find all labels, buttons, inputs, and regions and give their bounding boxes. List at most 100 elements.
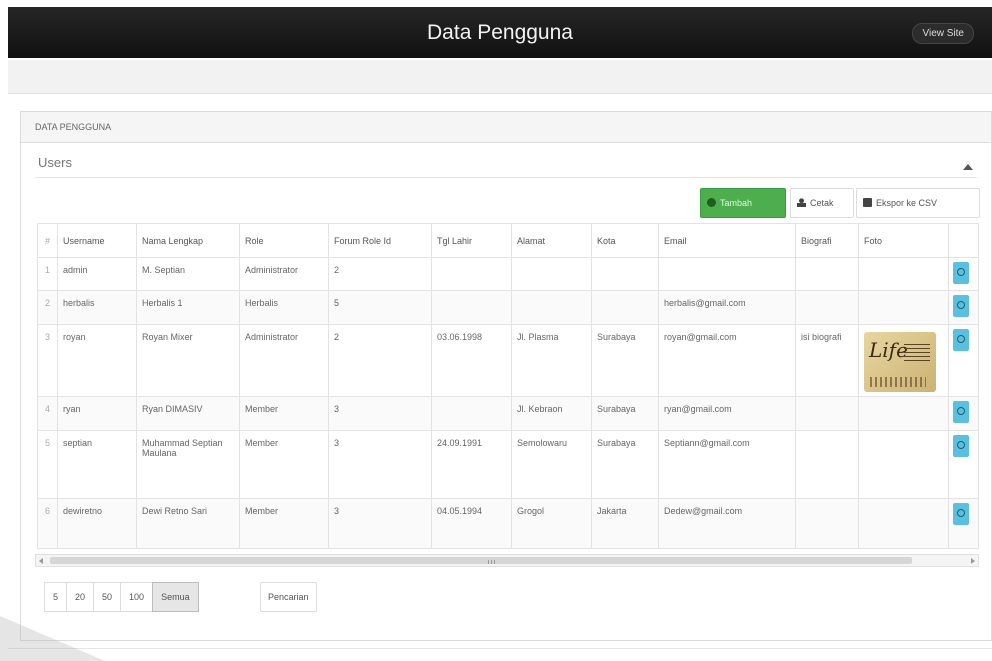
cell-nama: M. Septian [136,257,240,291]
search-button[interactable]: Pencarian [260,582,317,612]
print-button[interactable]: Cetak [790,188,854,218]
cell-biografi [795,290,859,325]
cell-role: Administrator [239,257,329,291]
page-size-option[interactable]: 100 [120,582,154,612]
cell-alamat [511,257,592,291]
cell-nama: Dewi Retno Sari [136,498,240,549]
view-row-button[interactable] [953,435,969,457]
photo-decoration [904,344,930,362]
users-table: # Username Nama Lengkap Role Forum Role Id Tg… [37,223,979,549]
cell-role: Member [239,396,329,431]
cell-kota: Jakarta [591,498,659,549]
cell-tgl-lahir: 04.05.1994 [431,498,512,549]
table-row[interactable]: 2 herbalis Herbalis 1 Herbalis 5 herbalis@gma… [37,290,979,325]
cell-role: Herbalis [239,290,329,325]
cell-alamat: Grogol [511,498,592,549]
column-header[interactable]: Alamat [511,223,592,258]
view-row-button[interactable] [953,329,969,351]
cell-tgl-lahir: 24.09.1991 [431,430,512,499]
view-row-button[interactable] [953,401,969,423]
page-size-option[interactable]: 50 [93,582,122,612]
photo-decoration [870,377,926,387]
column-header[interactable]: Email [658,223,796,258]
cell-foto [858,290,949,325]
table-row[interactable]: 1 admin M. Septian Administrator 2 [37,257,979,291]
cell-username: dewiretno [57,498,137,549]
table-header-row: # Username Nama Lengkap Role Forum Role Id Tg… [37,223,979,258]
users-title: Users [38,155,72,170]
cell-alamat: Jl. Plasma [511,324,592,397]
cell-no: 6 [37,498,58,549]
cell-username: admin [57,257,137,291]
cell-biografi [795,396,859,431]
view-site-button[interactable]: View Site [912,23,974,44]
cell-alamat [511,290,592,325]
add-button[interactable]: Tambah [700,188,786,218]
footer-divider [8,648,992,649]
table-row[interactable]: 3 royan Royan Mixer Administrator 2 03.06.199… [37,324,979,397]
cell-email: ryan@gmail.com [658,396,796,431]
scroll-left-icon[interactable] [39,558,43,564]
collapse-icon[interactable] [963,164,973,170]
column-header[interactable]: Username [57,223,137,258]
cell-nama: Muhammad Septian Maulana [136,430,240,499]
cell-role: Administrator [239,324,329,397]
cell-kota: Surabaya [591,324,659,397]
cell-tgl-lahir: 03.06.1998 [431,324,512,397]
view-row-button[interactable] [953,262,969,284]
cell-forum-role-id: 2 [328,257,432,291]
cell-actions [948,498,979,549]
horizontal-scrollbar[interactable] [35,554,979,567]
add-button-label: Tambah [720,198,753,208]
cell-biografi [795,430,859,499]
cell-foto [858,498,949,549]
table-row[interactable]: 5 septian Muhammad Septian Maulana Member 3 2… [37,430,979,499]
cell-forum-role-id: 3 [328,396,432,431]
table-body: 1 admin M. Septian Administrator 2 2 herbalis H… [37,257,979,549]
cell-no: 1 [37,257,58,291]
cell-nama: Herbalis 1 [136,290,240,325]
column-header[interactable] [948,223,979,258]
cell-role: Member [239,498,329,549]
cell-tgl-lahir [431,396,512,431]
cell-foto [858,257,949,291]
sub-navbar [8,60,992,94]
export-csv-label: Ekspor ke CSV [876,198,938,208]
table-row[interactable]: 6 dewiretno Dewi Retno Sari Member 3 04.05.19… [37,498,979,549]
table-row[interactable]: 4 ryan Ryan DIMASIV Member 3 Jl. Kebraon Surab… [37,396,979,431]
column-header[interactable]: # [37,223,58,258]
cell-biografi [795,498,859,549]
cell-kota [591,257,659,291]
scrollbar-thumb[interactable] [50,557,912,564]
column-header[interactable]: Forum Role Id [328,223,432,258]
cell-email: Dedew@gmail.com [658,498,796,549]
cell-foto [858,430,949,499]
column-header[interactable]: Role [239,223,329,258]
cell-no: 3 [37,324,58,397]
page-size-option[interactable]: 20 [66,582,95,612]
scroll-right-icon[interactable] [971,558,975,564]
users-panel: DATA PENGGUNA Users Tambah Cetak Ekspor … [20,111,992,641]
cell-actions [948,257,979,291]
print-button-label: Cetak [810,198,834,208]
column-header[interactable]: Tgl Lahir [431,223,512,258]
top-navbar: Data Pengguna View Site [8,7,992,58]
user-photo[interactable]: Life [864,332,936,392]
cell-biografi: isi biografi [795,324,859,397]
cell-no: 2 [37,290,58,325]
cell-actions [948,290,979,325]
cell-email: herbalis@gmail.com [658,290,796,325]
view-row-button[interactable] [953,295,969,317]
file-icon [863,198,872,207]
cell-forum-role-id: 3 [328,498,432,549]
view-row-button[interactable] [953,503,969,525]
cell-alamat: Jl. Kebraon [511,396,592,431]
page-size-option[interactable]: 5 [44,582,68,612]
cell-kota: Surabaya [591,430,659,499]
column-header[interactable]: Foto [858,223,949,258]
column-header[interactable]: Nama Lengkap [136,223,240,258]
export-csv-button[interactable]: Ekspor ke CSV [856,188,980,218]
column-header[interactable]: Biografi [795,223,859,258]
column-header[interactable]: Kota [591,223,659,258]
page-size-option[interactable]: Semua [152,582,199,612]
